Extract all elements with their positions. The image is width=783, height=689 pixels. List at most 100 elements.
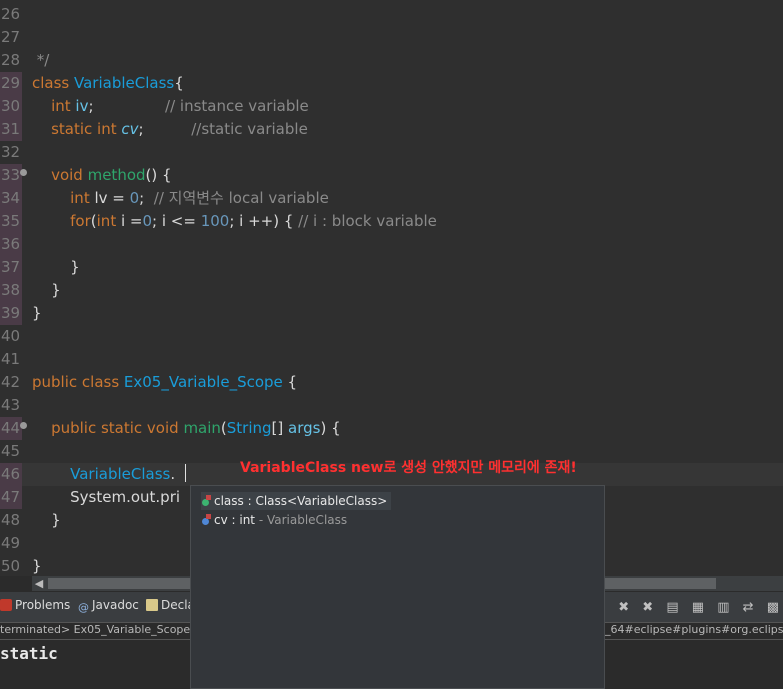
code-line[interactable]: 33 void method() { (0, 164, 783, 187)
code-line[interactable]: 26 (0, 3, 783, 26)
code-line[interactable]: 43 (0, 394, 783, 417)
code-token: String (226, 419, 272, 437)
code-text: */ (32, 49, 50, 72)
fold-toggle-icon[interactable] (20, 169, 27, 176)
code-line[interactable]: 39} (0, 302, 783, 325)
scroll-lock-icon[interactable]: ▤ (666, 600, 678, 615)
code-text: for(int i =0; i <= 100; i ++) { // i : b… (32, 210, 437, 233)
code-token: { (282, 373, 298, 391)
line-number: 40 (1, 327, 21, 345)
open-console-icon[interactable]: ▩ (767, 600, 779, 615)
code-token: } (32, 557, 42, 575)
code-token: ; i <= (152, 212, 201, 230)
code-line[interactable]: 32 (0, 141, 783, 164)
code-token: } (32, 304, 42, 322)
code-token: ) { (320, 419, 341, 437)
code-token: ; (88, 97, 166, 115)
code-text: int iv; // instance variable (32, 95, 309, 118)
code-line[interactable]: 30 int iv; // instance variable (0, 95, 783, 118)
code-token: } (32, 281, 61, 299)
code-line[interactable]: 40 (0, 325, 783, 348)
code-line[interactable]: 35 for(int i =0; i <= 100; i ++) { // i … (0, 210, 783, 233)
code-text: int lv = 0; // 지역변수 local variable (32, 187, 329, 210)
code-text: } (32, 279, 61, 302)
code-line[interactable]: 36 (0, 233, 783, 256)
remove-all-terminated-icon[interactable]: ✖ (642, 600, 653, 615)
code-text: VariableClass. (32, 463, 175, 486)
code-token: Ex05_Variable_Scope (123, 373, 283, 391)
line-number: 38 (0, 279, 22, 302)
line-number: 34 (0, 187, 22, 210)
code-line[interactable]: 27 (0, 26, 783, 49)
code-token: ; (138, 120, 192, 138)
code-text: } (32, 509, 61, 532)
declaration-icon (146, 599, 158, 611)
code-token: VariableClass (74, 74, 175, 92)
scroll-left-arrow-icon[interactable]: ◀ (32, 576, 46, 591)
line-number: 32 (1, 143, 21, 161)
text-cursor (185, 464, 186, 482)
line-number: 28 (1, 51, 21, 69)
static-field-icon (201, 514, 213, 526)
line-number: 26 (1, 5, 21, 23)
tab-javadoc[interactable]: @ Javadoc (78, 598, 139, 614)
tab-problems[interactable]: Problems (0, 598, 70, 612)
terminate-icon[interactable]: ✖ (618, 600, 629, 615)
code-token: void (32, 166, 88, 184)
fold-toggle-icon[interactable] (20, 422, 27, 429)
code-line[interactable]: 41 (0, 348, 783, 371)
code-token: } (32, 258, 80, 276)
line-number: 42 (1, 373, 21, 391)
content-assist-popup[interactable]: class : Class<VariableClass> cv : int - V… (190, 485, 605, 689)
code-token: = (107, 189, 130, 207)
code-token: // 지역변수 local variable (153, 189, 329, 207)
line-number: 49 (1, 534, 21, 552)
code-line[interactable]: 29 class VariableClass{ (0, 72, 783, 95)
code-token: public class (32, 373, 124, 391)
console-path-label: _64#eclipse#plugins#org.eclipse (605, 623, 783, 636)
code-token: [] (271, 419, 289, 437)
line-number: 50 (1, 557, 21, 575)
code-line[interactable]: 28 */ (0, 49, 783, 72)
display-console-icon[interactable]: ⇄ (743, 600, 754, 615)
word-wrap-icon[interactable]: ▦ (692, 600, 704, 615)
line-number: 43 (1, 396, 21, 414)
code-text: public static void main(String[] args) { (32, 417, 341, 440)
tab-declaration[interactable]: Decla (146, 598, 195, 612)
line-number: 36 (0, 233, 22, 256)
code-token: } (32, 511, 61, 529)
pin-console-icon[interactable]: ▥ (717, 600, 729, 615)
code-token: */ (32, 51, 50, 69)
line-number: 41 (1, 350, 21, 368)
code-token: method (87, 166, 146, 184)
code-text: void method() { (32, 164, 171, 187)
code-line[interactable]: 37 } (0, 256, 783, 279)
code-token: iv (75, 97, 89, 115)
code-token: args (288, 419, 321, 437)
code-line[interactable]: 34 int lv = 0; // 지역변수 local variable (0, 187, 783, 210)
code-line[interactable]: 31 static int cv; //static variable (0, 118, 783, 141)
code-token: . (170, 465, 176, 483)
code-token: lv (94, 189, 108, 207)
code-text: } (32, 302, 42, 325)
code-token: ; (139, 189, 154, 207)
line-number: 46 (0, 463, 22, 486)
code-token: for (32, 212, 91, 230)
code-line[interactable]: 44 public static void main(String[] args… (0, 417, 783, 440)
console-output: static (0, 644, 58, 663)
completion-item[interactable]: cv : int - VariableClass (201, 511, 351, 529)
code-token: //static variable (191, 120, 308, 138)
code-line[interactable]: 42 public class Ex05_Variable_Scope { (0, 371, 783, 394)
code-token: class (32, 74, 75, 92)
line-number: 45 (1, 442, 21, 460)
code-token: { (174, 74, 184, 92)
code-token: int (32, 97, 76, 115)
code-token: VariableClass (32, 465, 171, 483)
line-number: 47 (0, 486, 22, 509)
code-text: public class Ex05_Variable_Scope { (32, 371, 297, 394)
line-number: 48 (1, 511, 21, 529)
console-process-label: terminated> Ex05_Variable_Scope [J (0, 623, 202, 636)
code-line[interactable]: 38 } (0, 279, 783, 302)
completion-item[interactable]: class : Class<VariableClass> (201, 492, 392, 510)
code-token: cv (121, 120, 139, 138)
